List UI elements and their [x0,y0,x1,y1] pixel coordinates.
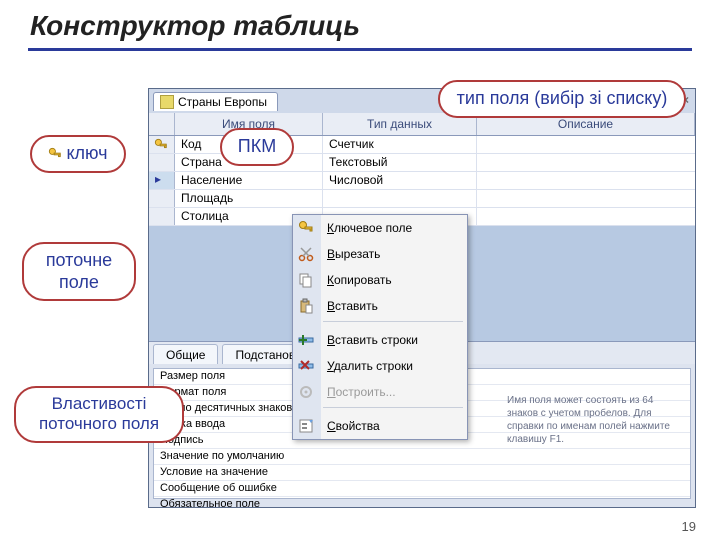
menu-item-cut[interactable]: Вырезать [293,241,467,267]
menu-item-ins-row[interactable]: Вставить строки [293,327,467,353]
table-row[interactable]: НаселениеЧисловой [149,172,695,190]
menu-item-label: Ключевое поле [327,221,412,235]
document-tab[interactable]: Страны Европы [153,92,278,111]
menu-item-build: Построить... [293,379,467,405]
callout-currentfield: поточне поле [22,242,136,301]
property-name: Значение по умолчанию [154,449,336,464]
row-selector[interactable] [149,136,175,153]
cell-fieldname[interactable]: Население [175,172,323,189]
property-value[interactable] [336,481,690,496]
menu-item-paste[interactable]: Вставить [293,293,467,319]
title-underline [28,48,692,51]
cut-icon [298,246,314,262]
cell-description[interactable] [477,208,695,225]
table-icon [160,95,174,109]
menu-item-label: Вставить строки [327,333,418,347]
cell-description[interactable] [477,154,695,171]
property-row[interactable]: Условие на значение [154,465,690,481]
menu-item-del-row[interactable]: Удалить строки [293,353,467,379]
help-text: Имя поля может состоять из 64 знаков с у… [507,394,687,446]
menu-item-label: Вырезать [327,247,380,261]
cell-description[interactable] [477,136,695,153]
tab-label: Страны Европы [178,95,267,109]
props-tab-general[interactable]: Общие [153,344,218,364]
cell-datatype[interactable]: Счетчик [323,136,477,153]
cell-datatype[interactable] [323,190,477,207]
menu-separator [323,321,463,325]
menu-item-copy[interactable]: Копировать [293,267,467,293]
cell-description[interactable] [477,190,695,207]
property-value[interactable] [336,449,690,464]
menu-item-label: Свойства [327,419,380,433]
menu-item-label: Построить... [327,385,396,399]
row-selector[interactable] [149,190,175,207]
menu-separator [323,407,463,411]
del-row-icon [298,358,314,374]
row-selector[interactable] [149,154,175,171]
cell-fieldname[interactable]: Площадь [175,190,323,207]
page-title: Конструктор таблиць [0,0,720,48]
key-icon [298,220,314,236]
property-value[interactable] [336,497,690,508]
menu-item-label: Вставить [327,299,378,313]
property-row[interactable]: Значение по умолчанию [154,449,690,465]
key-icon [48,147,62,161]
property-value[interactable] [336,465,690,480]
row-selector[interactable] [149,208,175,225]
row-selector[interactable] [149,172,175,189]
callout-key: ключ [30,135,126,173]
menu-item-label: Копировать [327,273,392,287]
property-name: Обязательное поле [154,497,336,508]
property-name: Сообщение об ошибке [154,481,336,496]
callout-pkm: ПКМ [220,128,294,166]
context-menu: Ключевое поле Вырезать Копировать Вставить В… [292,214,468,440]
property-name: Условие на значение [154,465,336,480]
menu-item-props[interactable]: Свойства [293,413,467,439]
build-icon [298,384,314,400]
key-icon [154,138,168,152]
page-number: 19 [682,519,696,534]
cell-datatype[interactable]: Текстовый [323,154,477,171]
ins-row-icon [298,332,314,348]
callout-type: тип поля (вибір зі списку) [438,80,686,118]
cell-description[interactable] [477,172,695,189]
table-row[interactable]: Площадь [149,190,695,208]
menu-item-label: Удалить строки [327,359,413,373]
cell-datatype[interactable]: Числовой [323,172,477,189]
callout-props: Властивості поточного поля [14,386,184,443]
row-selector-header[interactable] [149,113,175,135]
copy-icon [298,272,314,288]
paste-icon [298,298,314,314]
property-row[interactable]: Обязательное поле [154,497,690,508]
menu-item-key[interactable]: Ключевое поле [293,215,467,241]
property-row[interactable]: Сообщение об ошибке [154,481,690,497]
props-icon [298,418,314,434]
